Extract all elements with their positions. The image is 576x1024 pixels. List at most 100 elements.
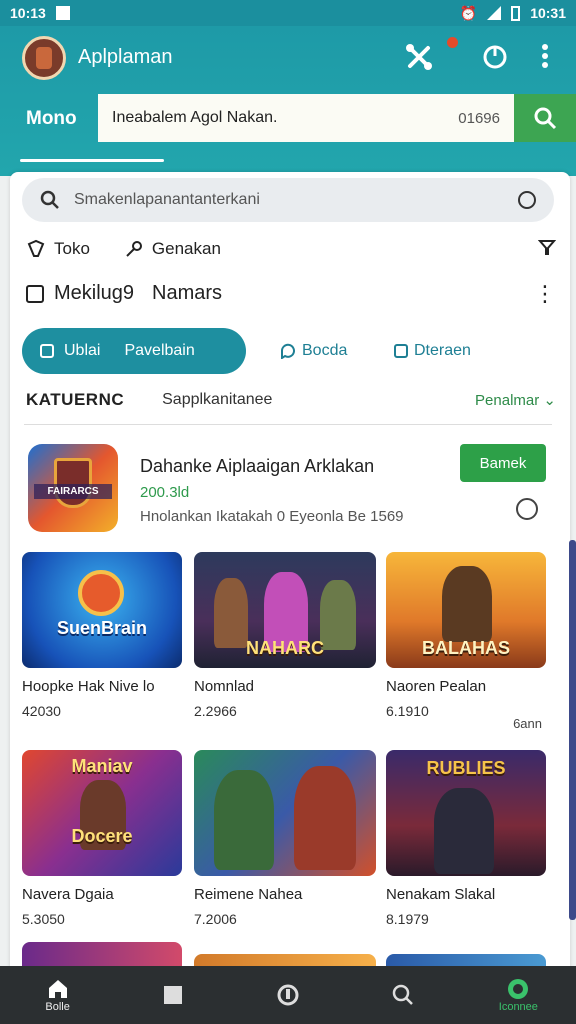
app-art-title: Docere — [71, 826, 133, 846]
category-label: KATUERNC — [26, 390, 125, 409]
more-vertical-icon[interactable] — [530, 42, 560, 72]
nav-home[interactable]: Bolle — [18, 977, 98, 1013]
square-icon — [163, 986, 182, 1004]
bottom-nav: Bolle Iconnee — [0, 966, 576, 1024]
tab-mono[interactable]: Mono — [26, 108, 77, 130]
more-vertical-icon[interactable]: ⋮ — [534, 282, 556, 304]
app-meta: 7.2006 — [194, 911, 237, 927]
nav-apps[interactable] — [133, 984, 213, 1006]
chip-toko[interactable]: Toko — [26, 239, 90, 259]
app-art-title: NAHARC — [246, 638, 324, 658]
nav-home-label: Bolle — [45, 1001, 70, 1013]
key-icon — [126, 241, 142, 257]
character-figure — [442, 566, 492, 642]
section-title-2: Namars — [152, 282, 223, 304]
sort-dropdown[interactable]: Penalmar ⌄ — [475, 391, 556, 409]
bag-icon — [26, 284, 44, 303]
search-icon — [534, 107, 557, 130]
tab-dteraen[interactable]: Dteraen — [394, 342, 471, 360]
chips-row: Toko Genakan — [26, 234, 557, 264]
app-card-partial[interactable] — [194, 954, 376, 966]
app-card[interactable]: SuenBrain Hoopke Hak Nive lo 42030 — [22, 552, 182, 719]
app-card-partial[interactable] — [386, 954, 546, 966]
app-meta: 8.1979 — [386, 911, 429, 927]
power-icon[interactable] — [480, 42, 510, 72]
emblem-icon — [78, 570, 124, 616]
character-figure — [434, 788, 494, 874]
status-time-left: 10:13 — [10, 5, 46, 21]
search-icon — [40, 190, 59, 209]
header-search-code: 01696 — [458, 109, 500, 127]
app-thumbnail: Maniav Docere — [22, 750, 182, 876]
section-title: Mekilug9 — [54, 282, 135, 304]
profile-icon — [508, 979, 529, 999]
signal-icon — [487, 6, 502, 20]
divider — [24, 424, 552, 425]
search-input[interactable]: Smakenlapanantanterkani — [22, 178, 554, 222]
nav-profile-label: Iconnee — [498, 1001, 538, 1013]
filter-icon[interactable] — [537, 238, 557, 261]
featured-app-icon[interactable]: FAIRARCS — [28, 444, 118, 532]
chip-genakan[interactable]: Genakan — [124, 239, 221, 259]
battery-icon — [511, 5, 521, 21]
tab-bocda-label: Bocda — [302, 342, 348, 359]
zoom-icon[interactable] — [516, 498, 538, 520]
character-figure — [214, 770, 274, 870]
app-name: Nenakam Slakal — [386, 886, 496, 903]
app-card[interactable]: BALAHAS Naoren Pealan 6.1910 6ann — [386, 552, 546, 731]
app-title: Aplplaman — [78, 46, 173, 68]
app-thumbnail: BALAHAS — [386, 552, 546, 668]
status-bar: 10:13 ⏰ 10:31 — [0, 0, 576, 26]
app-card-partial[interactable] — [22, 942, 182, 966]
featured-icon-text: FAIRARCS — [34, 484, 112, 499]
app-extra: 6ann — [513, 716, 542, 731]
search-placeholder: Smakenlapanantanterkani — [74, 191, 260, 208]
share-icon[interactable] — [404, 42, 434, 72]
home-icon — [48, 980, 67, 998]
chevron-down-icon: ⌄ — [543, 392, 556, 409]
get-button[interactable]: Bamek — [460, 444, 546, 482]
avatar[interactable] — [22, 36, 66, 80]
app-meta: 42030 — [22, 703, 61, 719]
nav-search[interactable] — [363, 983, 443, 1007]
header-search-value: Ineabalem Agol Nakan. — [112, 109, 278, 126]
app-thumbnail: SuenBrain — [22, 552, 182, 668]
notification-icon — [55, 6, 70, 20]
featured-subtitle: 200.3ld — [140, 484, 190, 501]
app-art-title-top: Maniav — [71, 756, 133, 776]
app-meta: 2.2966 — [194, 703, 237, 719]
category-row: KATUERNC Sapplkanitanee Penalmar ⌄ — [26, 390, 556, 410]
featured-title[interactable]: Dahanke Aiplaaigan Arklakan — [140, 456, 374, 477]
bookmark-icon — [394, 344, 408, 358]
app-card[interactable]: Maniav Docere Navera Dgaia 5.3050 — [22, 750, 182, 927]
header-search-button[interactable] — [514, 94, 576, 142]
app-name: Reimene Nahea — [194, 886, 303, 903]
nav-games[interactable] — [248, 983, 328, 1007]
app-card[interactable]: RUBLIES Nenakam Slakal 8.1979 — [386, 750, 546, 927]
app-name: Hoopke Hak Nive lo — [22, 678, 155, 695]
header-search-input[interactable]: Ineabalem Agol Nakan. 01696 — [98, 94, 514, 142]
segment-button[interactable]: Ublai Pavelbain — [22, 328, 246, 374]
alarm-icon: ⏰ — [459, 4, 478, 21]
app-name: Navera Dgaia — [22, 886, 114, 903]
tab-dteraen-label: Dteraen — [414, 342, 471, 359]
app-art-title: RUBLIES — [426, 758, 506, 778]
segment-label-2: Pavelbain — [124, 342, 195, 359]
status-time-right: 10:31 — [530, 5, 566, 21]
search-icon — [392, 984, 414, 1005]
category-sub[interactable]: Sapplkanitanee — [162, 391, 272, 409]
notification-badge — [447, 37, 458, 48]
scroll-indicator[interactable] — [569, 540, 576, 920]
chip-toko-label: Toko — [54, 239, 90, 258]
shield-icon — [54, 458, 92, 508]
app-name: Naoren Pealan — [386, 678, 487, 695]
sort-label: Penalmar — [475, 392, 540, 409]
nav-profile[interactable]: Iconnee — [478, 977, 558, 1013]
voice-icon[interactable] — [518, 191, 536, 209]
app-card[interactable]: NAHARC Nomnlad 2.2966 — [194, 552, 376, 719]
section-header: Mekilug9 Namars ⋮ — [26, 282, 556, 305]
app-art-title: BALAHAS — [422, 638, 510, 658]
tab-bocda[interactable]: Bocda — [280, 342, 347, 360]
box-icon — [40, 344, 54, 358]
app-card[interactable]: Reimene Nahea 7.2006 — [194, 750, 376, 927]
